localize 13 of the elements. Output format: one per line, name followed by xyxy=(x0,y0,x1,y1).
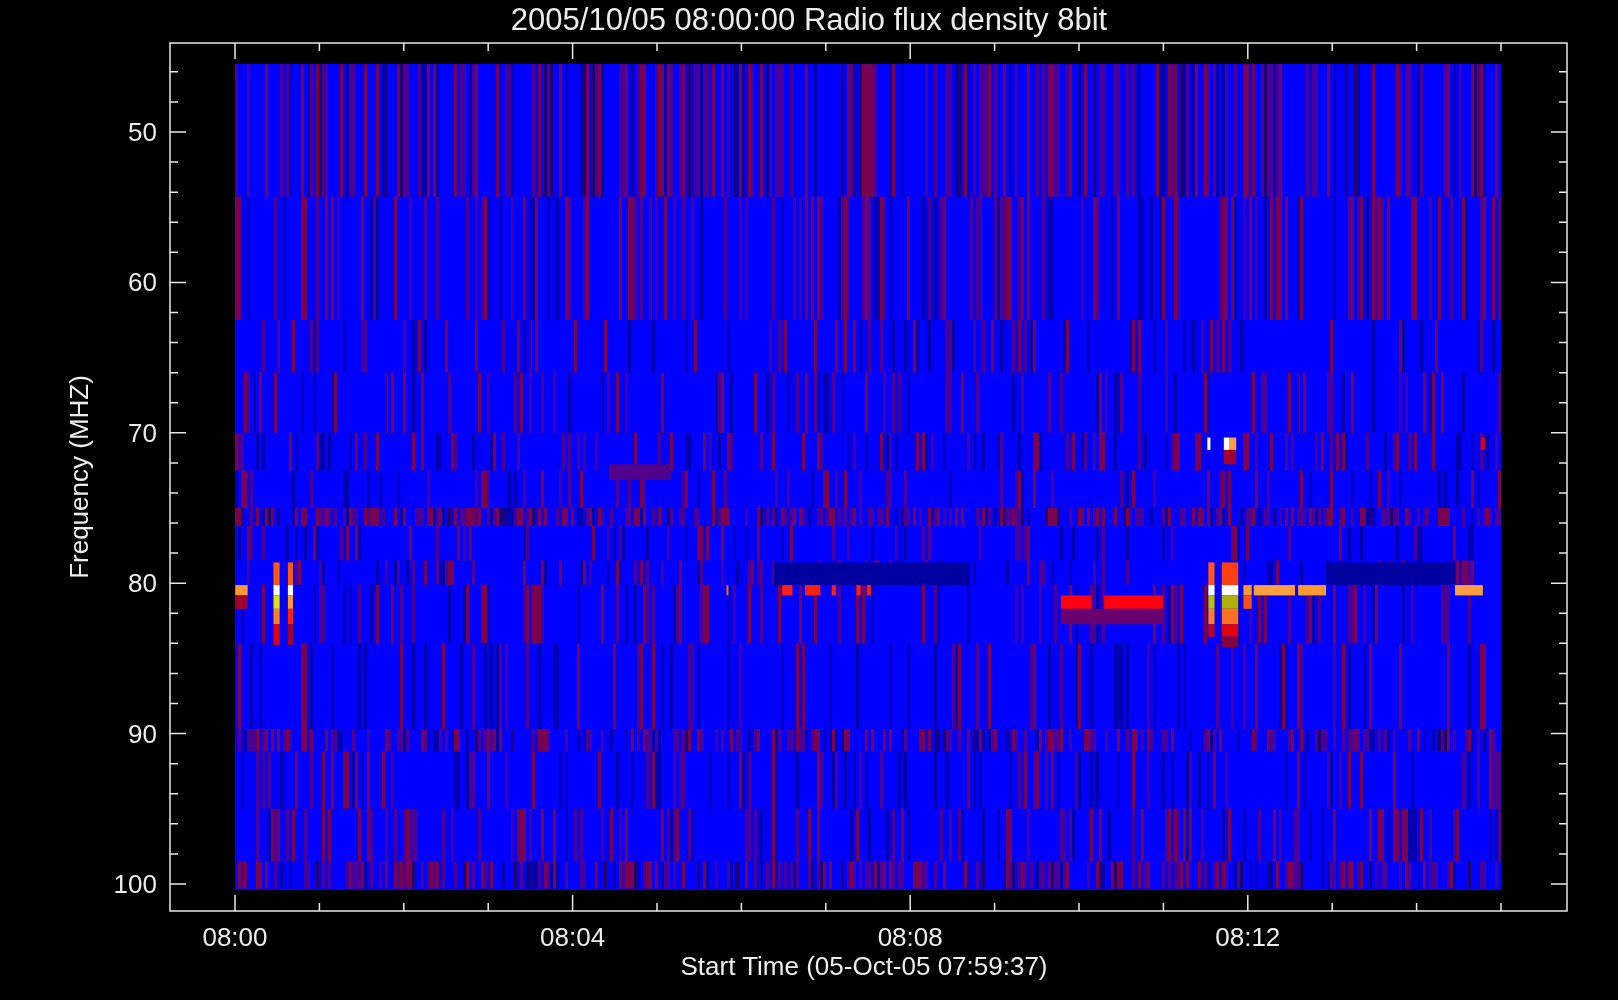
y-tick-label: 80 xyxy=(128,568,157,599)
y-tick-label: 70 xyxy=(128,417,157,448)
x-tick-label: 08:08 xyxy=(877,922,943,952)
x-axis-label: Start Time (05-Oct-05 07:59:37) xyxy=(680,951,1048,981)
y-tick-label: 90 xyxy=(128,718,157,749)
y-tick-label: 50 xyxy=(128,117,157,147)
chart-title: 2005/10/05 08:00:00 Radio flux density 8bit xyxy=(510,2,1108,37)
y-tick-label: 100 xyxy=(113,869,157,899)
y-axis-label: Frequency (MHZ) xyxy=(64,375,94,579)
x-tick-label: 08:12 xyxy=(1215,922,1281,952)
y-tick-label: 60 xyxy=(128,267,157,298)
x-tick-label: 08:04 xyxy=(540,922,606,952)
x-tick-label: 08:00 xyxy=(202,922,268,952)
